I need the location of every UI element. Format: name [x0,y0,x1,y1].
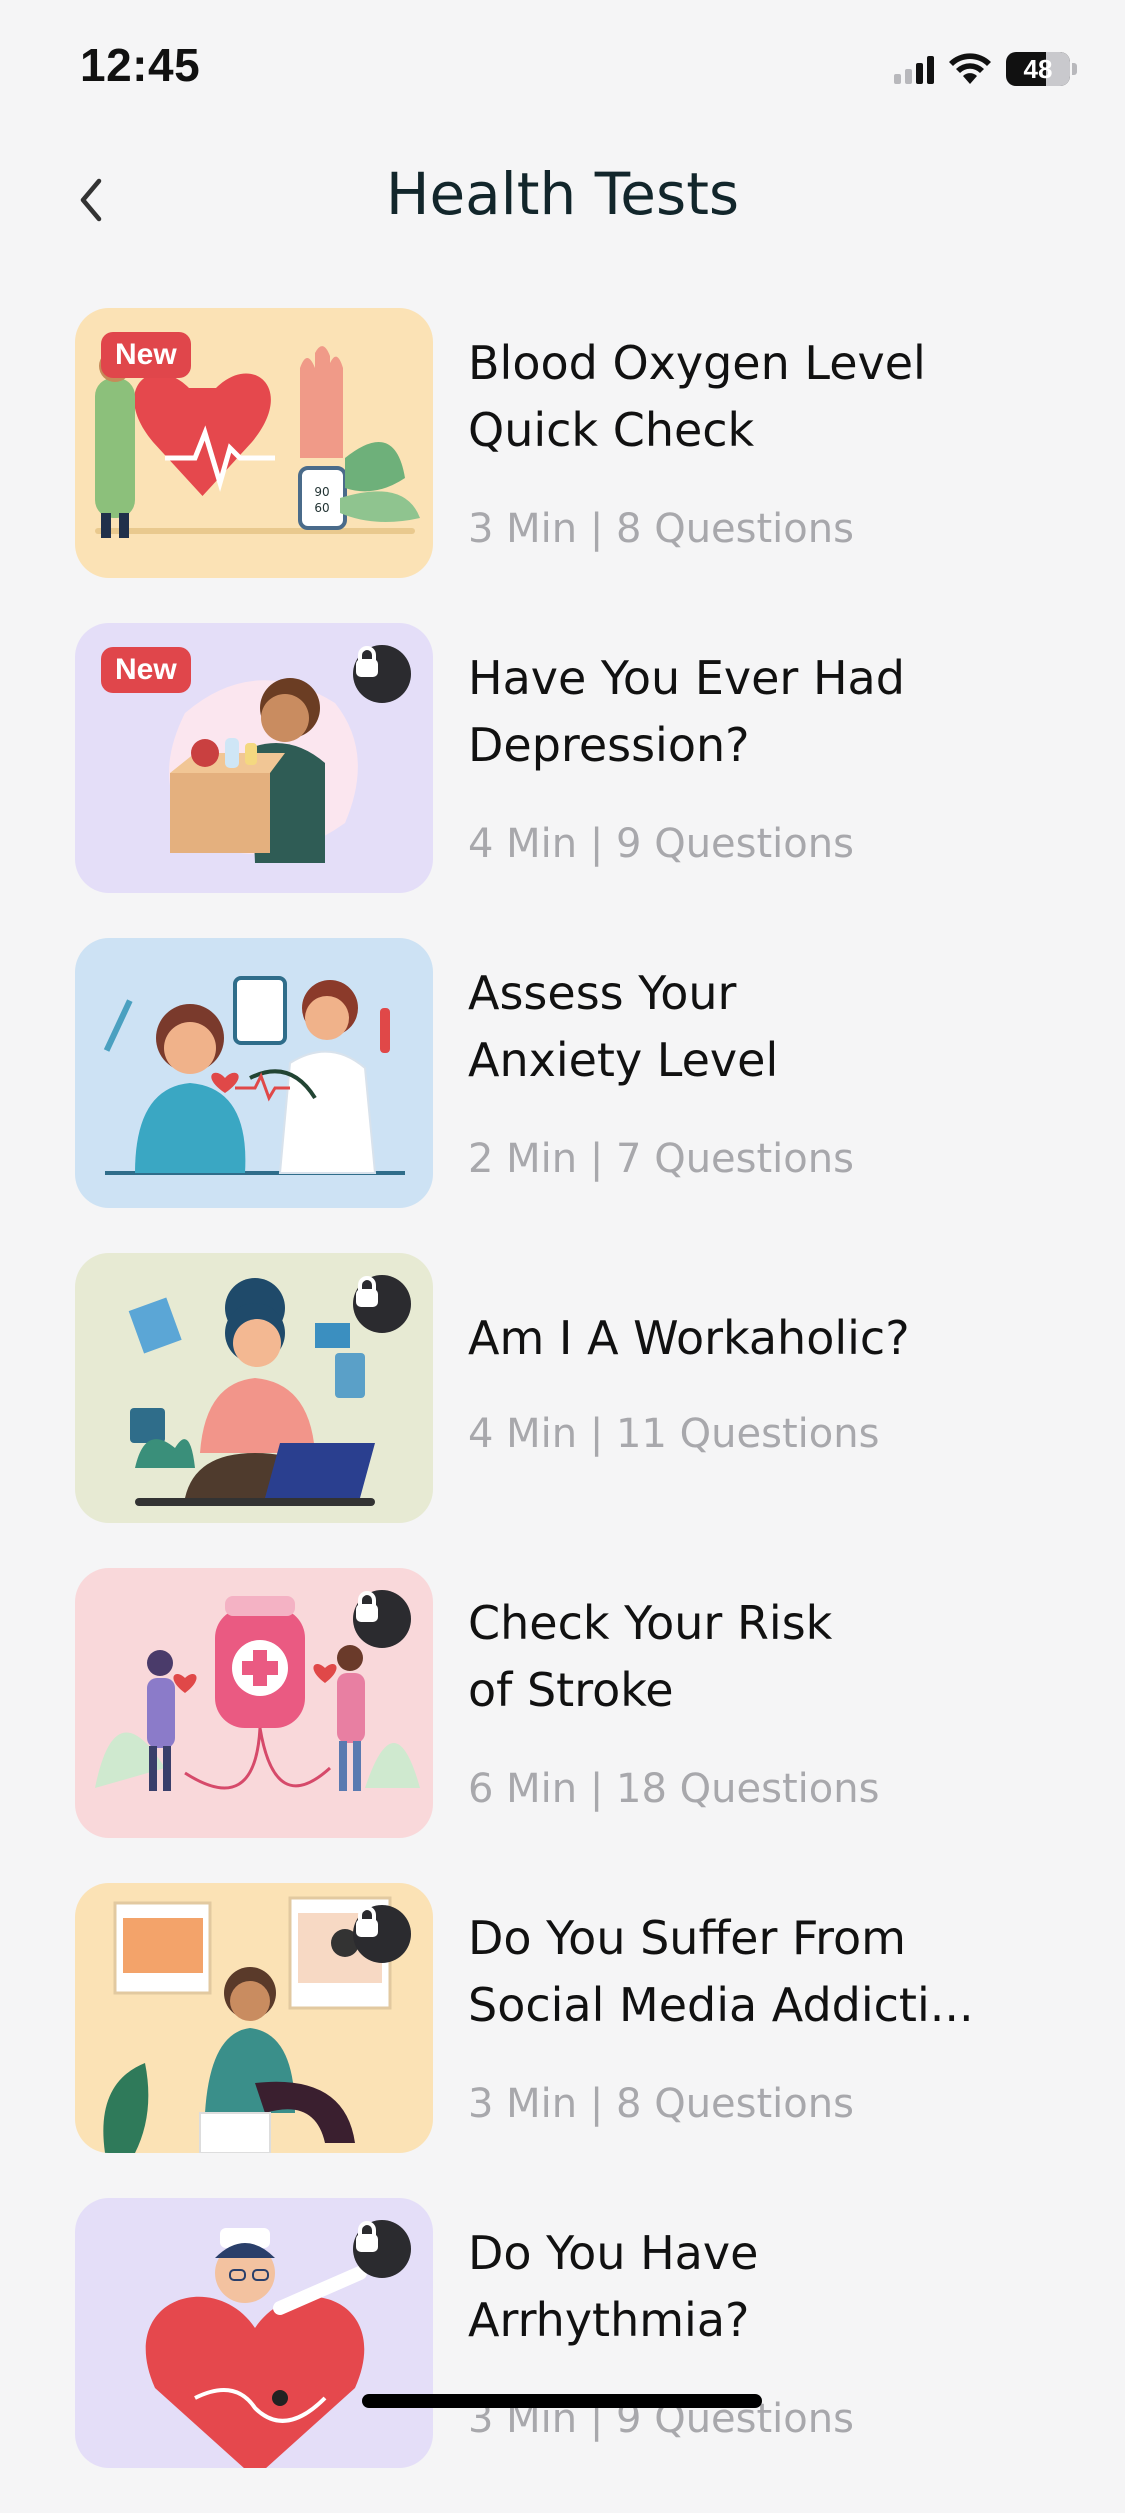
page-title: Health Tests [385,160,740,228]
status-bar: 12:45 48 [0,0,1125,130]
test-thumbnail [75,1883,433,2153]
test-item-anxiety[interactable]: Assess Your Anxiety Level 2 Min | 7 Ques… [0,938,1125,1208]
test-title: Do You Have Arrhythmia? [468,2226,759,2347]
test-meta: 6 Min | 18 Questions [468,1766,880,1812]
test-info: Am I A Workaholic? 4 Min | 11 Questions [468,1253,1088,1523]
test-title: Do You Suffer From Social Media Addicti.… [468,1911,974,2032]
svg-text:60: 60 [314,501,329,515]
test-thumbnail [75,1568,433,1838]
test-info: Do You Have Arrhythmia? 3 Min | 9 Questi… [468,2198,1088,2468]
doctor-checkup-illustration [103,976,405,1175]
test-title: Have You Ever Had Depression? [468,651,905,772]
test-meta: 4 Min | 11 Questions [468,1411,880,1457]
battery-cap [1072,63,1077,75]
test-item-social-media[interactable]: Do You Suffer From Social Media Addicti.… [0,1883,1125,2153]
test-list: 90 60 New Blood Oxygen Level Quick Check… [0,308,1125,2513]
test-meta: 3 Min | 8 Questions [468,506,854,552]
test-info: Check Your Risk of Stroke 6 Min | 18 Que… [468,1568,1088,1838]
new-badge: New [101,647,191,693]
test-title: Check Your Risk of Stroke [468,1596,833,1717]
test-meta: 2 Min | 7 Questions [468,1136,854,1182]
lock-icon [353,1590,411,1648]
test-info: Blood Oxygen Level Quick Check 3 Min | 8… [468,308,1088,578]
test-item-workaholic[interactable]: Am I A Workaholic? 4 Min | 11 Questions [0,1253,1125,1523]
lock-icon [353,1905,411,1963]
cellular-signal-icon [894,54,934,84]
test-title: Blood Oxygen Level Quick Check [468,336,926,457]
test-item-depression[interactable]: New Have You Ever Had Depression? 4 Min … [0,623,1125,893]
test-title: Am I A Workaholic? [468,1311,910,1365]
wifi-icon [949,53,991,84]
lock-icon [353,645,411,703]
test-item-arrhythmia[interactable]: Do You Have Arrhythmia? 3 Min | 9 Questi… [0,2198,1125,2468]
status-time: 12:45 [80,39,201,91]
test-meta: 3 Min | 8 Questions [468,2081,854,2127]
test-item-blood-oxygen[interactable]: 90 60 New Blood Oxygen Level Quick Check… [0,308,1125,578]
new-badge: New [101,332,191,378]
battery-level: 48 [1023,53,1053,84]
test-thumbnail [75,1253,433,1523]
battery-icon: 48 [1006,52,1070,86]
test-thumbnail [75,2198,433,2468]
test-thumbnail [75,938,433,1208]
test-thumbnail: 90 60 New [75,308,433,578]
home-indicator[interactable] [362,2394,762,2408]
test-info: Have You Ever Had Depression? 4 Min | 9 … [468,623,1088,893]
svg-text:90: 90 [314,485,329,499]
test-info: Assess Your Anxiety Level 2 Min | 7 Ques… [468,938,1088,1208]
test-info: Do You Suffer From Social Media Addicti.… [468,1883,1088,2153]
status-icons: 48 [894,48,1077,90]
nav-bar: Health Tests [0,150,1125,250]
test-meta: 4 Min | 9 Questions [468,821,854,867]
test-title: Assess Your Anxiety Level [468,966,779,1087]
test-item-stroke[interactable]: Check Your Risk of Stroke 6 Min | 18 Que… [0,1568,1125,1838]
lock-icon [353,2220,411,2278]
lock-icon [353,1275,411,1333]
test-thumbnail: New [75,623,433,893]
